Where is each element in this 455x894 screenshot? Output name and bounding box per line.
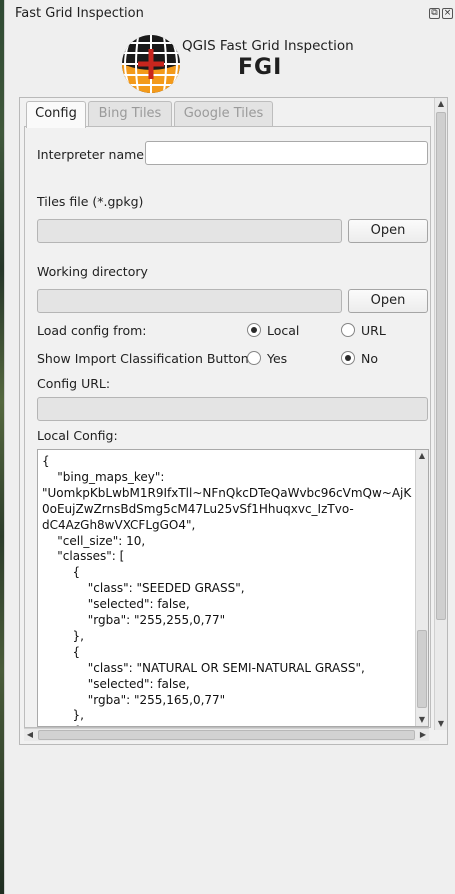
config-text-line: }, <box>42 708 84 723</box>
config-text-line: "cell_size": 10, <box>42 533 146 548</box>
interpreter-name-input[interactable] <box>145 141 428 165</box>
config-text-line: "class": "SEEDED GRASS", <box>42 581 245 596</box>
settings-scroll-area: Config Bing Tiles Google Tiles Interpret… <box>19 97 448 745</box>
load-url-label: URL <box>361 323 386 338</box>
local-config-editor[interactable]: { "bing_maps_key": "UomkpKbLwbM1R9IfxTll~… <box>37 449 429 727</box>
scroll-right-icon[interactable]: ▶ <box>417 729 429 741</box>
local-config-label: Local Config: <box>37 428 118 443</box>
working-directory-input[interactable] <box>37 289 342 313</box>
config-text-line: "rgba": "255,255,0,77" <box>42 613 226 627</box>
load-local-label: Local <box>267 323 300 338</box>
config-text-line: { <box>42 565 81 580</box>
config-text-line: "rgba": "255,165,0,77" <box>42 692 226 707</box>
panel-horizontal-scrollbar[interactable]: ◀ ▶ <box>24 728 429 741</box>
load-url-radio[interactable] <box>341 323 355 337</box>
config-text-line: "classes": [ <box>42 549 125 564</box>
import-yes-radio[interactable] <box>247 351 261 365</box>
working-directory-label: Working directory <box>37 264 148 279</box>
config-text-line: }, <box>42 628 84 643</box>
editor-vertical-scrollbar[interactable]: ▲ ▼ <box>415 450 428 726</box>
config-url-input[interactable] <box>37 397 428 421</box>
config-text-line: { <box>42 724 81 726</box>
tiles-file-input[interactable] <box>37 219 342 243</box>
config-text-line: "selected": false, <box>42 597 190 612</box>
config-text-line: { <box>42 454 50 468</box>
scroll-left-icon[interactable]: ◀ <box>24 729 36 741</box>
config-page: Interpreter name Tiles file (*.gpkg) Ope… <box>24 126 431 728</box>
tab-config[interactable]: Config <box>26 101 86 128</box>
panel-scroll-down-icon[interactable]: ▼ <box>435 718 447 730</box>
panel-hscroll-thumb[interactable] <box>38 730 415 740</box>
panel-scroll-up-icon[interactable]: ▲ <box>435 98 447 110</box>
working-directory-open-button[interactable]: Open <box>348 289 428 313</box>
close-icon[interactable]: × <box>442 8 453 19</box>
config-text-line: "class": "NATURAL OR SEMI-NATURAL GRASS"… <box>42 660 365 675</box>
logo-title: QGIS Fast Grid Inspection <box>182 38 354 54</box>
panel-scroll-thumb[interactable] <box>436 112 446 620</box>
import-yes-label: Yes <box>267 351 288 366</box>
config-text-line: { <box>42 644 81 659</box>
config-text-line: "selected": false, <box>42 676 190 691</box>
plugin-logo: QGIS Fast Grid Inspection FGI <box>120 33 360 93</box>
dock-title: Fast Grid Inspection <box>15 6 144 21</box>
import-button-label: Show Import Classification Button: <box>37 351 253 366</box>
dock-titlebar[interactable]: Fast Grid Inspection ⧉ × <box>5 0 455 28</box>
load-config-from-label: Load config from: <box>37 323 147 338</box>
import-no-label: No <box>361 351 378 366</box>
tab-bing-tiles[interactable]: Bing Tiles <box>88 101 172 127</box>
globe-grid-icon <box>122 35 180 93</box>
config-url-label: Config URL: <box>37 376 111 391</box>
interpreter-name-label: Interpreter name <box>37 147 144 162</box>
import-no-radio[interactable] <box>341 351 355 365</box>
tiles-file-label: Tiles file (*.gpkg) <box>37 194 144 209</box>
config-text-line: "bing_maps_key": <box>42 469 165 484</box>
config-text-line: dC4AzGh8wVXCFLgGO4", <box>42 517 196 532</box>
scroll-up-icon[interactable]: ▲ <box>416 450 428 462</box>
load-local-radio[interactable] <box>247 323 261 337</box>
logo-acronym: FGI <box>238 55 283 80</box>
panel-vertical-scrollbar[interactable]: ▲ ▼ <box>434 98 447 730</box>
config-text-line: "UomkpKbLwbM1R9IfxTll~NFnQkcDTeQaWvbc96c… <box>42 485 412 500</box>
config-text-line: 0oEujZwZrnsBdSmg5cM47Lu25vSf1Hhuqxvc_IzT… <box>42 501 354 516</box>
tiles-file-open-button[interactable]: Open <box>348 219 428 243</box>
float-icon[interactable]: ⧉ <box>429 8 440 19</box>
fgi-dock-panel: Fast Grid Inspection ⧉ × QGIS Fast Grid … <box>4 0 455 894</box>
editor-scroll-thumb[interactable] <box>417 630 427 708</box>
tab-google-tiles[interactable]: Google Tiles <box>174 101 273 127</box>
scroll-down-icon[interactable]: ▼ <box>416 714 428 726</box>
